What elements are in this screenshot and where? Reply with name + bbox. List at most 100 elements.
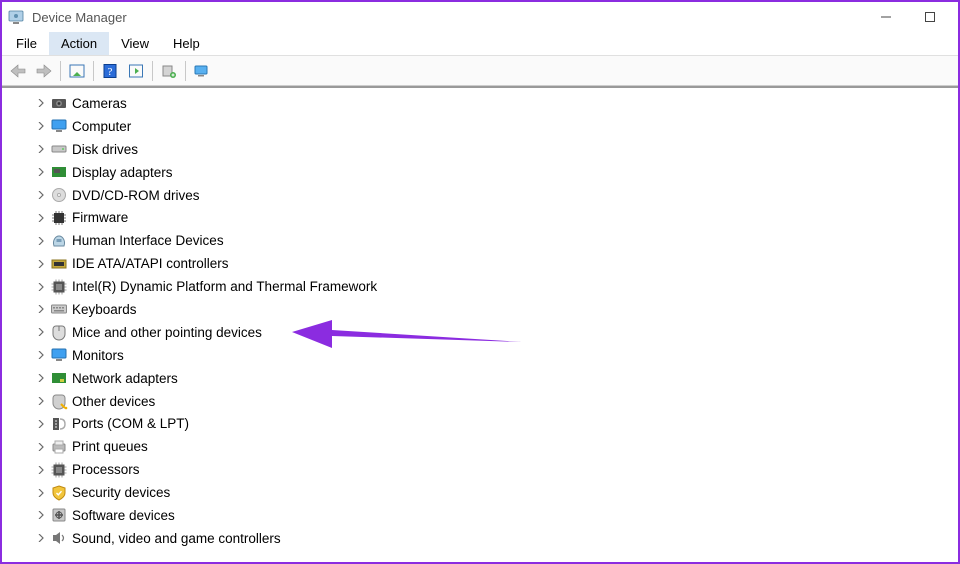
chevron-right-icon[interactable] (34, 527, 48, 549)
maximize-button[interactable] (908, 3, 952, 31)
tree-item-label: Disk drives (72, 142, 138, 157)
disk-icon (50, 140, 68, 158)
chevron-right-icon[interactable] (34, 92, 48, 114)
chevron-right-icon[interactable] (34, 459, 48, 481)
menu-view[interactable]: View (109, 32, 161, 55)
scan-hardware-button[interactable] (124, 59, 148, 83)
add-hardware-button[interactable] (157, 59, 181, 83)
monitor-icon (50, 117, 68, 135)
tree-item[interactable]: Network adapters (10, 367, 958, 390)
pcb-icon (50, 163, 68, 181)
menu-help[interactable]: Help (161, 32, 212, 55)
chevron-right-icon[interactable] (34, 413, 48, 435)
tree-item-label: Software devices (72, 508, 175, 523)
chevron-right-icon[interactable] (34, 253, 48, 275)
back-button[interactable] (6, 59, 30, 83)
nic-icon (50, 369, 68, 387)
help-button[interactable]: ? (98, 59, 122, 83)
chevron-right-icon[interactable] (34, 115, 48, 137)
window-title: Device Manager (30, 10, 864, 25)
chevron-right-icon[interactable] (34, 390, 48, 412)
toolbar-separator (185, 61, 186, 81)
tree-item-label: Ports (COM & LPT) (72, 416, 189, 431)
mouse-icon (50, 323, 68, 341)
tree-item[interactable]: Intel(R) Dynamic Platform and Thermal Fr… (10, 275, 958, 298)
tree-item-label: Security devices (72, 485, 170, 500)
keyboard-icon (50, 300, 68, 318)
tree-item-label: Intel(R) Dynamic Platform and Thermal Fr… (72, 279, 377, 294)
chevron-right-icon[interactable] (34, 344, 48, 366)
chevron-right-icon[interactable] (34, 367, 48, 389)
tree-item-label: Network adapters (72, 371, 178, 386)
tree-item-label: Keyboards (72, 302, 137, 317)
tree-item[interactable]: Human Interface Devices (10, 229, 958, 252)
tree-item[interactable]: Other devices (10, 390, 958, 413)
tree-item[interactable]: Computer (10, 115, 958, 138)
speaker-icon (50, 529, 68, 547)
tree-item-label: IDE ATA/ATAPI controllers (72, 256, 229, 271)
chevron-right-icon[interactable] (34, 207, 48, 229)
toolbar-separator (152, 61, 153, 81)
tree-item-label: Firmware (72, 210, 128, 225)
other-icon (50, 392, 68, 410)
tree-item-label: Sound, video and game controllers (72, 531, 281, 546)
tree-item[interactable]: Display adapters (10, 161, 958, 184)
tree-item[interactable]: Print queues (10, 435, 958, 458)
hid-icon (50, 232, 68, 250)
chevron-right-icon[interactable] (34, 482, 48, 504)
svg-text:?: ? (108, 66, 113, 78)
tree-item[interactable]: Software devices (10, 504, 958, 527)
toolbar-separator (60, 61, 61, 81)
tree-item-label: Computer (72, 119, 131, 134)
tree-item-label: Mice and other pointing devices (72, 325, 262, 340)
cpu-icon (50, 461, 68, 479)
tree-item[interactable]: Cameras (10, 92, 958, 115)
tree-item-label: Monitors (72, 348, 124, 363)
tree-item[interactable]: DVD/CD-ROM drives (10, 184, 958, 207)
minimize-button[interactable] (864, 3, 908, 31)
device-tree[interactable]: Cameras Computer Disk drives Display adapte… (2, 86, 958, 562)
disc-icon (50, 186, 68, 204)
device-manager-window: Device Manager File Action View Help ? (0, 0, 960, 564)
menubar: File Action View Help (2, 32, 958, 56)
camera-icon (50, 94, 68, 112)
tree-item[interactable]: Ports (COM & LPT) (10, 412, 958, 435)
tree-item-label: DVD/CD-ROM drives (72, 188, 200, 203)
chevron-right-icon[interactable] (34, 161, 48, 183)
chevron-right-icon[interactable] (34, 504, 48, 526)
toolbar-separator (93, 61, 94, 81)
tree-item[interactable]: Monitors (10, 344, 958, 367)
titlebar: Device Manager (2, 2, 958, 32)
ide-icon (50, 255, 68, 273)
chevron-right-icon[interactable] (34, 184, 48, 206)
tree-item-label: Cameras (72, 96, 127, 111)
chevron-right-icon[interactable] (34, 138, 48, 160)
connect-remote-button[interactable] (190, 59, 214, 83)
show-hide-console-tree-button[interactable] (65, 59, 89, 83)
printer-icon (50, 438, 68, 456)
chevron-right-icon[interactable] (34, 298, 48, 320)
tree-item-label: Human Interface Devices (72, 233, 224, 248)
chevron-right-icon[interactable] (34, 230, 48, 252)
forward-button[interactable] (32, 59, 56, 83)
cpu-icon (50, 278, 68, 296)
tree-item[interactable]: Mice and other pointing devices (10, 321, 958, 344)
tree-item[interactable]: Keyboards (10, 298, 958, 321)
tree-item[interactable]: Processors (10, 458, 958, 481)
chip-icon (50, 209, 68, 227)
tree-item[interactable]: Disk drives (10, 138, 958, 161)
chevron-right-icon[interactable] (34, 436, 48, 458)
chevron-right-icon[interactable] (34, 276, 48, 298)
chevron-right-icon[interactable] (34, 321, 48, 343)
menu-file[interactable]: File (4, 32, 49, 55)
tree-item-label: Processors (72, 462, 140, 477)
tree-item-label: Display adapters (72, 165, 173, 180)
monitor-icon (50, 346, 68, 364)
tree-item[interactable]: Sound, video and game controllers (10, 527, 958, 550)
tree-item[interactable]: Firmware (10, 206, 958, 229)
tree-item[interactable]: IDE ATA/ATAPI controllers (10, 252, 958, 275)
menu-action[interactable]: Action (49, 32, 109, 55)
software-icon (50, 506, 68, 524)
tree-item[interactable]: Security devices (10, 481, 958, 504)
shield-icon (50, 484, 68, 502)
